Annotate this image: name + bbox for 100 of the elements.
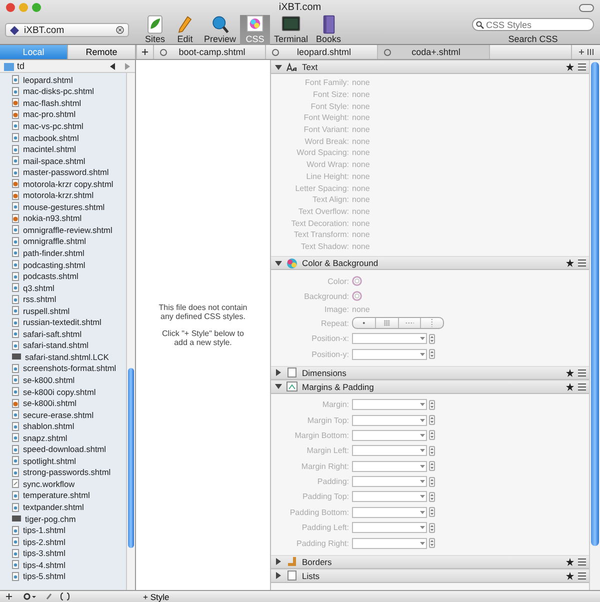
disclosure-triangle-icon[interactable]	[275, 64, 282, 70]
star-icon[interactable]	[566, 558, 574, 566]
menu-icon[interactable]	[578, 382, 586, 391]
caret-icon[interactable]	[420, 403, 425, 406]
caret-icon[interactable]	[420, 542, 425, 545]
zoom-button[interactable]	[32, 3, 41, 12]
file-name[interactable]: omnigraffle.shtml	[23, 236, 86, 246]
file-name[interactable]: sync.workflow	[23, 478, 75, 489]
toolbar-button[interactable]: Terminal	[270, 15, 312, 45]
scrollbar[interactable]	[126, 73, 135, 590]
new-tab-button[interactable]	[136, 45, 154, 59]
toolbar-button[interactable]: Sites	[140, 15, 170, 45]
file-name[interactable]: leopard.shtml	[23, 74, 73, 85]
caret-icon[interactable]	[420, 337, 425, 340]
menu-icon[interactable]	[578, 572, 586, 580]
section-header[interactable]: Borders	[271, 554, 589, 569]
menu-icon[interactable]	[578, 558, 586, 566]
file-name[interactable]: podcasting.shtml	[23, 260, 86, 270]
repeat-segmented-control[interactable]	[352, 317, 444, 330]
file-name[interactable]: tips-3.shtml	[23, 548, 66, 558]
menu-icon[interactable]	[578, 63, 586, 71]
caret-icon[interactable]	[420, 449, 425, 452]
add-style-button[interactable]: + Style	[140, 592, 172, 602]
circle-icon[interactable]	[160, 48, 167, 56]
stepper-control[interactable]	[429, 476, 435, 487]
file-name[interactable]: screenshots-format.shtml	[23, 363, 116, 374]
color-well[interactable]	[352, 276, 362, 286]
section-header[interactable]: Dimensions	[271, 366, 589, 380]
caret-icon[interactable]	[420, 434, 425, 437]
file-name[interactable]: safari-stand.shtml	[23, 340, 88, 350]
stepper-control[interactable]	[429, 334, 435, 344]
file-name[interactable]: tips-2.shtml	[23, 536, 66, 547]
toolbar-toggle-button[interactable]	[579, 4, 594, 12]
file-name[interactable]: se-k800i copy.shtml	[23, 386, 96, 397]
caret-icon[interactable]	[420, 352, 425, 356]
site-selector[interactable]: iXBT.com	[5, 23, 129, 37]
menu-icon[interactable]	[578, 368, 586, 377]
file-name[interactable]: rss.shtml	[23, 294, 56, 304]
menu-icon[interactable]	[578, 259, 586, 268]
circle-icon[interactable]	[272, 48, 279, 56]
section-header[interactable]: Margins & Padding	[271, 380, 589, 394]
file-name[interactable]: safari-stand.shtml.LCK	[25, 352, 109, 362]
caret-icon[interactable]	[420, 526, 425, 530]
stepper-control[interactable]	[429, 522, 435, 533]
caret-icon[interactable]	[420, 495, 425, 498]
file-name[interactable]: strong-passwords.shtml	[23, 467, 111, 478]
file-name[interactable]: mac-flash.shtml	[23, 98, 82, 108]
caret-icon[interactable]	[420, 464, 425, 468]
file-name[interactable]: temperature.shtml	[23, 490, 90, 500]
stepper-control[interactable]	[429, 415, 435, 426]
file-name[interactable]: spotlight.shtml	[23, 456, 76, 466]
file-name[interactable]: tips-5.shtml	[23, 571, 66, 582]
file-name[interactable]: macintel.shtml	[23, 144, 76, 154]
section-header[interactable]: Lists	[271, 568, 589, 583]
file-name[interactable]: mac-vs-pc.shtml	[23, 120, 84, 131]
toolbar-button[interactable]: Books	[312, 15, 346, 45]
stepper-control[interactable]	[429, 507, 435, 518]
stepper-control[interactable]	[429, 400, 435, 410]
document-tab[interactable]: coda+.shtml	[378, 45, 490, 59]
disclosure-triangle-icon[interactable]	[275, 260, 282, 267]
stepper-control[interactable]	[429, 538, 435, 548]
file-name[interactable]: secure-erase.shtml	[23, 410, 94, 420]
scrollbar[interactable]	[589, 60, 600, 590]
file-name[interactable]: q3.shtml	[23, 282, 54, 293]
file-name[interactable]: mac-pro.shtml	[23, 109, 76, 120]
star-icon[interactable]	[566, 572, 574, 580]
file-name[interactable]: tips-4.shtml	[23, 560, 66, 570]
file-name[interactable]: shablon.shtml	[23, 421, 74, 432]
stepper-control[interactable]	[429, 446, 435, 456]
file-name[interactable]: podcasts.shtml	[23, 271, 78, 282]
stepper-control[interactable]	[429, 461, 435, 472]
file-name[interactable]: safari-saft.shtml	[23, 328, 82, 339]
file-name[interactable]: omnigraffle-review.shtml	[23, 224, 112, 235]
file-name[interactable]: tips-1.shtml	[23, 525, 66, 536]
caret-icon[interactable]	[420, 510, 425, 514]
file-name[interactable]: russian-textedit.shtml	[23, 317, 102, 328]
caret-icon[interactable]	[420, 418, 425, 422]
file-name[interactable]: master-password.shtml	[23, 167, 109, 178]
circle-icon[interactable]	[384, 48, 391, 56]
star-icon[interactable]	[566, 382, 574, 391]
file-name[interactable]: motorola-krzr.shtml	[23, 190, 94, 200]
caret-icon[interactable]	[420, 480, 425, 484]
clear-icon[interactable]	[116, 26, 124, 34]
toolbar-button[interactable]: Edit	[170, 15, 200, 45]
file-name[interactable]: motorola-krzr copy.shtml	[23, 178, 114, 189]
file-name[interactable]: se-k800i.shtml	[23, 398, 76, 408]
file-name[interactable]: speed-download.shtml	[23, 444, 106, 454]
file-name[interactable]: textpander.shtml	[23, 502, 84, 512]
stepper-control[interactable]	[429, 430, 435, 440]
stepper-control[interactable]	[429, 349, 435, 360]
section-header[interactable]: Color & Background	[271, 256, 589, 270]
file-name[interactable]: ruspell.shtml	[23, 306, 70, 316]
document-tab[interactable]: boot-camp.shtml	[154, 45, 266, 59]
file-name[interactable]: tiger-pog.chm	[25, 514, 76, 524]
star-icon[interactable]	[566, 63, 574, 71]
section-header[interactable]: Text	[271, 60, 589, 74]
file-name[interactable]: path-finder.shtml	[23, 248, 84, 258]
file-name[interactable]: snapz.shtml	[23, 432, 68, 443]
toolbar-button[interactable]: Preview	[200, 15, 240, 45]
file-name[interactable]: nokia-n93.shtml	[23, 213, 82, 224]
